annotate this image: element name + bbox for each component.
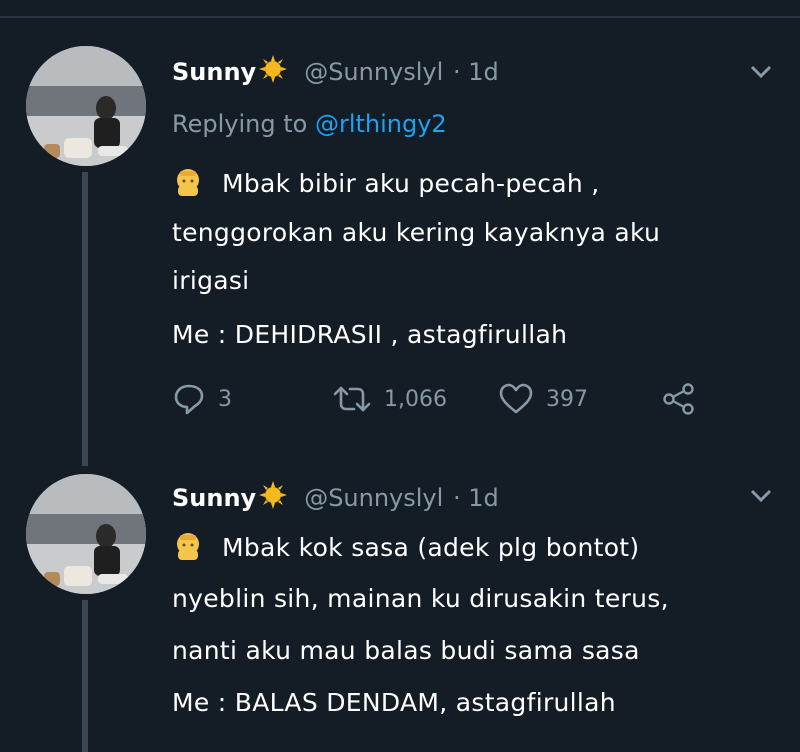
timestamp[interactable]: · 1d — [453, 484, 499, 512]
user-handle[interactable]: @Sunnyslyl — [304, 58, 443, 86]
timestamp[interactable]: · 1d — [453, 58, 499, 86]
display-name[interactable]: Sunny — [172, 484, 256, 512]
retweet-button[interactable]: 1,066 — [332, 382, 447, 416]
share-button[interactable] — [662, 382, 708, 416]
share-icon — [663, 383, 694, 415]
user-handle[interactable]: @Sunnyslyl — [304, 484, 443, 512]
display-name[interactable]: Sunny — [172, 58, 256, 86]
reply-icon — [174, 384, 204, 415]
tweet-text-line: Mbak bibir aku pecah-pecah , — [172, 166, 600, 204]
tweet-text: Mbak kok sasa (adek plg bontot) — [222, 533, 640, 562]
replying-to-link[interactable]: @rlthingy2 — [315, 110, 447, 138]
sun-emoji-icon — [258, 480, 288, 516]
heart-icon — [499, 383, 533, 414]
retweet-count: 1,066 — [384, 386, 447, 412]
person-emoji-icon — [172, 530, 204, 568]
tweet-text: Mbak bibir aku pecah-pecah , — [222, 169, 600, 198]
tweet-text-line: tenggorokan aku kering kayaknya aku — [172, 218, 661, 247]
avatar[interactable] — [26, 46, 146, 166]
tweet-text-line: Me : BALAS DENDAM, astagfirullah — [172, 688, 616, 717]
tweet-text-line: Mbak kok sasa (adek plg bontot) — [172, 530, 639, 568]
thread-line — [82, 172, 88, 466]
tweet-header: Sunny @Sunnyslyl · 1d — [172, 480, 499, 516]
chevron-down-icon[interactable] — [748, 58, 774, 84]
replying-prefix: Replying to — [172, 110, 308, 138]
tweet-text-line: nanti aku mau balas budi sama sasa — [172, 636, 640, 665]
tweet-header: Sunny @Sunnyslyl · 1d — [172, 54, 499, 90]
reply-button[interactable]: 3 — [172, 382, 232, 416]
sun-emoji-icon — [258, 54, 288, 90]
tweet-text-line: nyeblin sih, mainan ku dirusakin terus, — [172, 584, 669, 613]
thread-line — [82, 600, 88, 752]
tweet-text-line: irigasi — [172, 266, 250, 295]
top-divider — [0, 16, 800, 18]
tweet-text-line: Me : DEHIDRASII , astagfirullah — [172, 320, 568, 349]
retweet-icon — [333, 386, 371, 412]
like-count: 397 — [546, 386, 588, 412]
person-emoji-icon — [172, 166, 204, 204]
tweet-actions: 3 1,066 397 — [172, 382, 712, 422]
chevron-down-icon[interactable] — [748, 482, 774, 508]
replying-to: Replying to @rlthingy2 — [172, 110, 447, 138]
avatar[interactable] — [26, 474, 146, 594]
like-button[interactable]: 397 — [498, 382, 588, 416]
reply-count: 3 — [218, 386, 232, 412]
